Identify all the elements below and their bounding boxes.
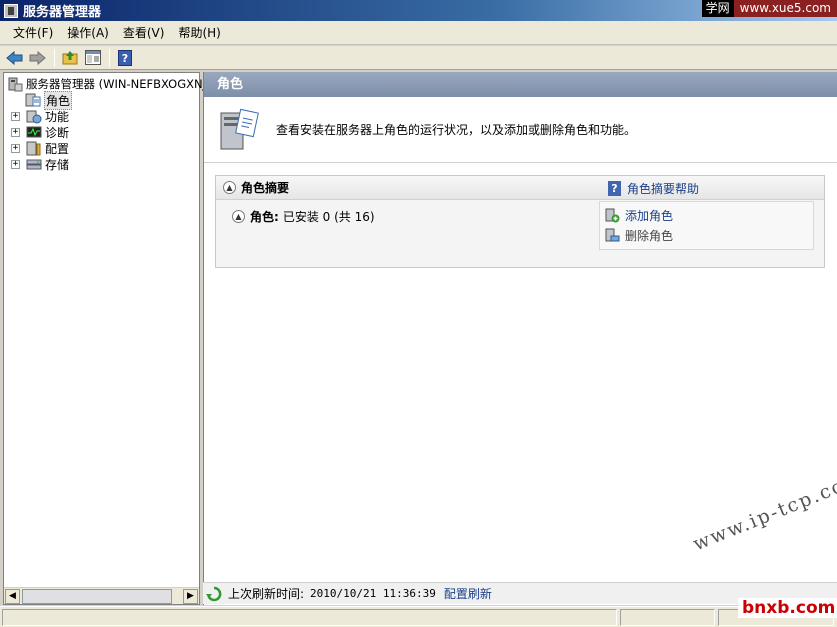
roles-summary-header: ▲ 角色摘要 ? 角色摘要帮助 bbox=[216, 176, 824, 200]
window-title: 服务器管理器 bbox=[23, 5, 102, 20]
tree-item-storage-label: 存储 bbox=[45, 157, 70, 172]
roles-installed-count: 已安装 0 (共 16) bbox=[282, 210, 375, 224]
description-area: 查看安装在服务器上角色的运行状况，以及添加或删除角色和功能。 bbox=[204, 97, 837, 163]
forward-button[interactable] bbox=[27, 48, 48, 68]
watermark-bottom: bnxb.com bbox=[738, 598, 837, 618]
navigation-tree: 服务器管理器 (WIN-NEFBXOGXNJ 角色 + 功能 + 诊断 + 配置… bbox=[3, 72, 206, 605]
refresh-icon bbox=[206, 586, 222, 601]
configuration-icon bbox=[26, 141, 41, 155]
last-refresh-label: 上次刷新时间: bbox=[228, 587, 305, 601]
collapse-section-icon[interactable]: ▲ bbox=[223, 181, 236, 194]
help-icon: ? bbox=[608, 181, 621, 196]
expand-icon[interactable]: + bbox=[11, 111, 20, 121]
tree-root[interactable]: 服务器管理器 (WIN-NEFBXOGXNJ bbox=[7, 76, 206, 92]
status-bar bbox=[0, 606, 837, 627]
expand-icon[interactable]: + bbox=[11, 143, 20, 153]
scroll-right-icon[interactable]: ▶ bbox=[183, 589, 198, 604]
watermark-top: 学网 www.xue5.com bbox=[701, 0, 837, 17]
pane-header: 角色 bbox=[204, 72, 837, 97]
scrollbar-thumb[interactable] bbox=[22, 589, 172, 604]
remove-roles-icon bbox=[605, 228, 620, 242]
roles-summary-body: ▲ 角色: 已安装 0 (共 16) 添加角色 删除角色 bbox=[216, 200, 824, 267]
configure-refresh-link[interactable]: 配置刷新 bbox=[444, 585, 492, 602]
expand-icon[interactable]: + bbox=[11, 127, 20, 137]
roles-summary-title: 角色摘要 bbox=[241, 181, 290, 195]
roles-label: 角色: bbox=[250, 210, 279, 224]
toolbar: ? bbox=[0, 46, 837, 70]
back-button[interactable] bbox=[4, 48, 25, 68]
forward-icon bbox=[29, 50, 46, 65]
roles-summary-section: ▲ 角色摘要 ? 角色摘要帮助 ▲ 角色: 已安装 0 (共 16) 添加角色 bbox=[215, 175, 825, 268]
roles-server-icon bbox=[220, 108, 259, 149]
tree-item-configuration-label: 配置 bbox=[45, 141, 70, 156]
title-bar: 服务器管理器 学网 www.xue5.com bbox=[0, 0, 837, 21]
roles-icon bbox=[25, 93, 41, 106]
storage-icon bbox=[26, 159, 42, 169]
collapse-roles-icon[interactable]: ▲ bbox=[232, 210, 245, 223]
add-roles-label: 添加角色 bbox=[625, 209, 674, 223]
features-icon bbox=[26, 110, 42, 123]
up-one-level-button[interactable] bbox=[59, 48, 80, 68]
show-hide-tree-button[interactable] bbox=[82, 48, 103, 68]
status-cell-main bbox=[2, 609, 617, 626]
back-icon bbox=[6, 50, 23, 65]
roles-summary-help-link[interactable]: ? 角色摘要帮助 bbox=[608, 180, 699, 197]
tree-item-roles[interactable]: 角色 bbox=[25, 90, 73, 110]
toolbar-separator bbox=[109, 48, 110, 67]
roles-status-line: ▲ 角色: 已安装 0 (共 16) bbox=[230, 208, 375, 225]
add-roles-icon bbox=[605, 208, 620, 223]
show-hide-tree-icon bbox=[84, 50, 101, 65]
svg-text:?: ? bbox=[121, 52, 127, 65]
menu-action[interactable]: 操作(A) bbox=[60, 21, 116, 45]
remove-roles-link[interactable]: 删除角色 bbox=[605, 227, 673, 244]
help-button[interactable]: ? bbox=[114, 48, 135, 68]
diagnostics-icon bbox=[26, 126, 42, 137]
tree-item-features-label: 功能 bbox=[45, 109, 70, 124]
add-roles-link[interactable]: 添加角色 bbox=[605, 207, 673, 224]
last-refresh-time: 2010/10/21 11:36:39 bbox=[310, 587, 436, 600]
remove-roles-label: 删除角色 bbox=[625, 229, 674, 243]
server-manager-icon bbox=[8, 77, 23, 91]
server-manager-icon bbox=[4, 3, 18, 18]
status-cell-2 bbox=[620, 609, 715, 626]
watermark-site-url: www.xue5.com bbox=[733, 0, 837, 17]
menu-file[interactable]: 文件(F) bbox=[6, 21, 60, 45]
up-folder-icon bbox=[62, 51, 77, 65]
tree-item-storage[interactable]: + 存储 bbox=[11, 156, 69, 172]
menu-help[interactable]: 帮助(H) bbox=[171, 21, 227, 45]
menu-bar: 文件(F) 操作(A) 查看(V) 帮助(H) bbox=[0, 21, 837, 45]
tree-item-features[interactable]: + 功能 bbox=[11, 108, 69, 124]
menu-view[interactable]: 查看(V) bbox=[116, 21, 172, 45]
tree-item-diagnostics-label: 诊断 bbox=[45, 125, 70, 140]
toolbar-separator bbox=[54, 48, 55, 67]
scroll-left-icon[interactable]: ◀ bbox=[5, 589, 20, 604]
tree-horizontal-scrollbar[interactable]: ◀ ▶ bbox=[4, 587, 199, 604]
watermark-site-name: 学网 bbox=[701, 0, 734, 17]
roles-summary-help-label: 角色摘要帮助 bbox=[627, 182, 700, 196]
description-text: 查看安装在服务器上角色的运行状况，以及添加或删除角色和功能。 bbox=[276, 123, 637, 137]
tree-item-configuration[interactable]: + 配置 bbox=[11, 140, 69, 156]
roles-actions-panel: 添加角色 删除角色 bbox=[599, 201, 814, 250]
tree-item-diagnostics[interactable]: + 诊断 bbox=[11, 124, 69, 140]
expand-icon[interactable]: + bbox=[11, 159, 20, 169]
help-icon: ? bbox=[117, 49, 132, 66]
